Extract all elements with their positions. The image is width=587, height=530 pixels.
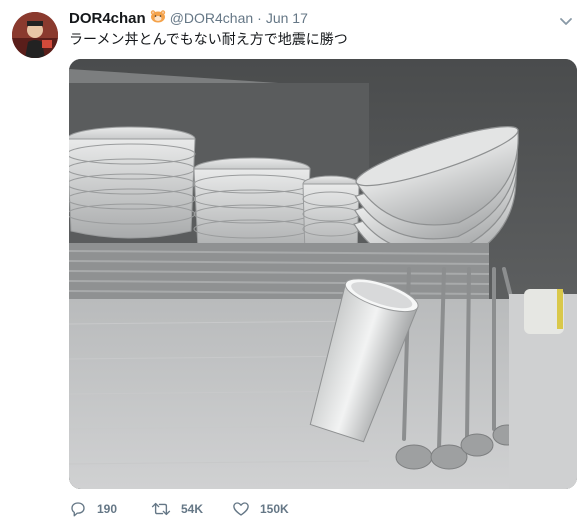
display-name[interactable]: DOR4chan [69, 10, 146, 27]
header-separator: · [257, 10, 262, 26]
like-button[interactable]: 150K [232, 500, 289, 518]
heart-icon [233, 502, 249, 516]
user-handle[interactable]: @DOR4chan [170, 10, 253, 26]
tweet-header: DOR4chan @DOR4chan · Jun 17 [69, 9, 547, 29]
avatar-image [12, 12, 58, 58]
tweet-text: ラーメン丼とんでもない耐え方で地震に勝つ [69, 32, 348, 48]
reply-icon [71, 502, 85, 517]
tweet-photo[interactable] [69, 59, 577, 489]
retweet-icon [151, 502, 171, 516]
reply-count: 190 [97, 502, 118, 516]
hamster-emoji-icon [150, 10, 165, 23]
like-count: 150K [260, 502, 289, 516]
retweet-count: 54K [181, 502, 204, 516]
tweet-actions: 190 54K 150K [69, 500, 289, 518]
tweet-date[interactable]: Jun 17 [266, 10, 308, 26]
retweet-button[interactable]: 54K [151, 500, 232, 518]
avatar[interactable] [12, 12, 58, 58]
chevron-down-icon[interactable] [559, 12, 573, 25]
photo-of-stacked-ramen-bowls-on-shelf [69, 59, 577, 489]
reply-button[interactable]: 190 [69, 500, 151, 518]
